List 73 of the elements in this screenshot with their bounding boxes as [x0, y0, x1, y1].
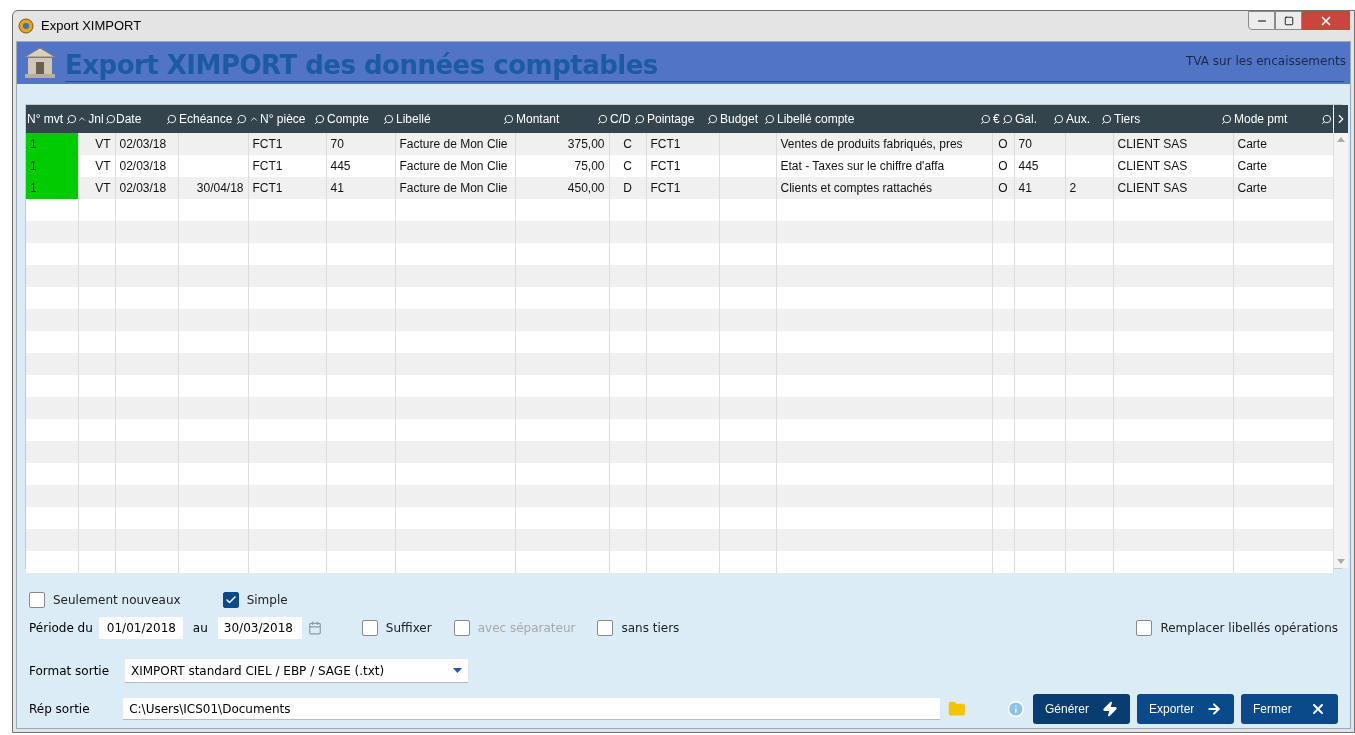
bank-icon [23, 46, 57, 80]
period-label: Période du [29, 620, 93, 637]
action-button[interactable]: Exporter [1137, 694, 1234, 724]
column-header[interactable]: Aux. [1065, 105, 1113, 133]
search-icon[interactable] [1101, 113, 1112, 125]
column-header[interactable]: € [992, 105, 1014, 133]
format-dropdown[interactable]: XIMPORT standard CIEL / EBP / SAGE (.txt) [125, 659, 468, 683]
period-to-label: au [192, 620, 208, 637]
dropdown-arrow-icon [453, 668, 462, 673]
close-icon [1310, 701, 1326, 717]
window-title: Export XIMPORT [41, 17, 142, 36]
page-title: Export XIMPORT des données comptables [65, 49, 658, 81]
search-icon[interactable] [1321, 113, 1332, 125]
check-icon [224, 594, 237, 606]
gear-icon [17, 17, 35, 35]
search-icon[interactable] [314, 113, 325, 125]
column-header[interactable]: Montant [515, 105, 609, 133]
action-button[interactable]: Générer [1033, 694, 1130, 724]
column-header[interactable]: Mode pmt [1233, 105, 1333, 133]
close-button[interactable] [1302, 11, 1350, 30]
search-icon[interactable] [503, 113, 514, 125]
search-icon[interactable] [634, 113, 645, 125]
search-icon[interactable] [980, 113, 991, 125]
search-icon[interactable] [1221, 113, 1232, 125]
column-header[interactable]: Jnl [78, 105, 115, 133]
search-icon[interactable] [707, 113, 718, 125]
maximize-icon [1283, 15, 1294, 26]
search-icon[interactable] [236, 113, 247, 125]
checkbox[interactable] [1136, 620, 1153, 636]
action-button[interactable]: Fermer [1241, 694, 1338, 724]
search-icon[interactable] [1002, 113, 1013, 125]
column-header[interactable]: N° pièce [248, 105, 326, 133]
column-header[interactable]: Date [115, 105, 178, 133]
table-cell: 1 [26, 177, 78, 199]
checkbox[interactable] [361, 620, 378, 636]
column-header[interactable]: Budget [719, 105, 776, 133]
column-header[interactable]: Compte [326, 105, 395, 133]
maximize-button[interactable] [1275, 11, 1302, 30]
column-header[interactable]: Pointage [646, 105, 719, 133]
column-header[interactable]: Gal. [1014, 105, 1065, 133]
column-header[interactable]: Tiers [1113, 105, 1233, 133]
lightning-icon [1102, 701, 1118, 717]
vat-note: TVA sur les encaissements [1186, 53, 1346, 70]
column-header[interactable]: C/D [609, 105, 646, 133]
search-icon[interactable] [66, 113, 77, 125]
column-header[interactable]: Echéance [178, 105, 248, 133]
minimize-button[interactable] [1248, 11, 1275, 30]
end-date-field[interactable]: 30/03/2018 [217, 617, 302, 639]
table-cell: 1 [26, 133, 78, 155]
column-header[interactable]: Libellé [395, 105, 515, 133]
checkbox-label: Remplacer libellés opérations [1160, 620, 1338, 637]
start-date-field[interactable]: 01/01/2018 [98, 617, 183, 639]
format-label: Format sortie [29, 663, 111, 680]
column-header[interactable]: N° mvt [26, 105, 78, 133]
column-header[interactable]: Libellé compte [776, 105, 992, 133]
directory-field[interactable]: C:\Users\ICS01\Documents [123, 698, 940, 720]
search-icon[interactable] [597, 113, 608, 125]
checkbox-label: avec séparateur [477, 620, 576, 637]
search-icon[interactable] [166, 113, 177, 125]
directory-label: Rép sortie [29, 701, 91, 718]
checkbox-label: Suffixer [385, 620, 432, 637]
search-icon[interactable] [1053, 113, 1064, 125]
checkbox-label: Simple [246, 592, 288, 609]
table-cell: 1 [26, 155, 78, 177]
checkbox-label: sans tiers [621, 620, 680, 637]
checkbox[interactable] [29, 592, 45, 608]
checkbox[interactable] [222, 592, 239, 608]
search-icon[interactable] [764, 113, 775, 125]
checkbox-label: Seulement nouveaux [53, 592, 181, 609]
search-icon[interactable] [104, 113, 115, 125]
arrow-right-icon [1206, 701, 1222, 717]
search-icon[interactable] [383, 113, 394, 125]
checkbox[interactable] [597, 620, 614, 636]
